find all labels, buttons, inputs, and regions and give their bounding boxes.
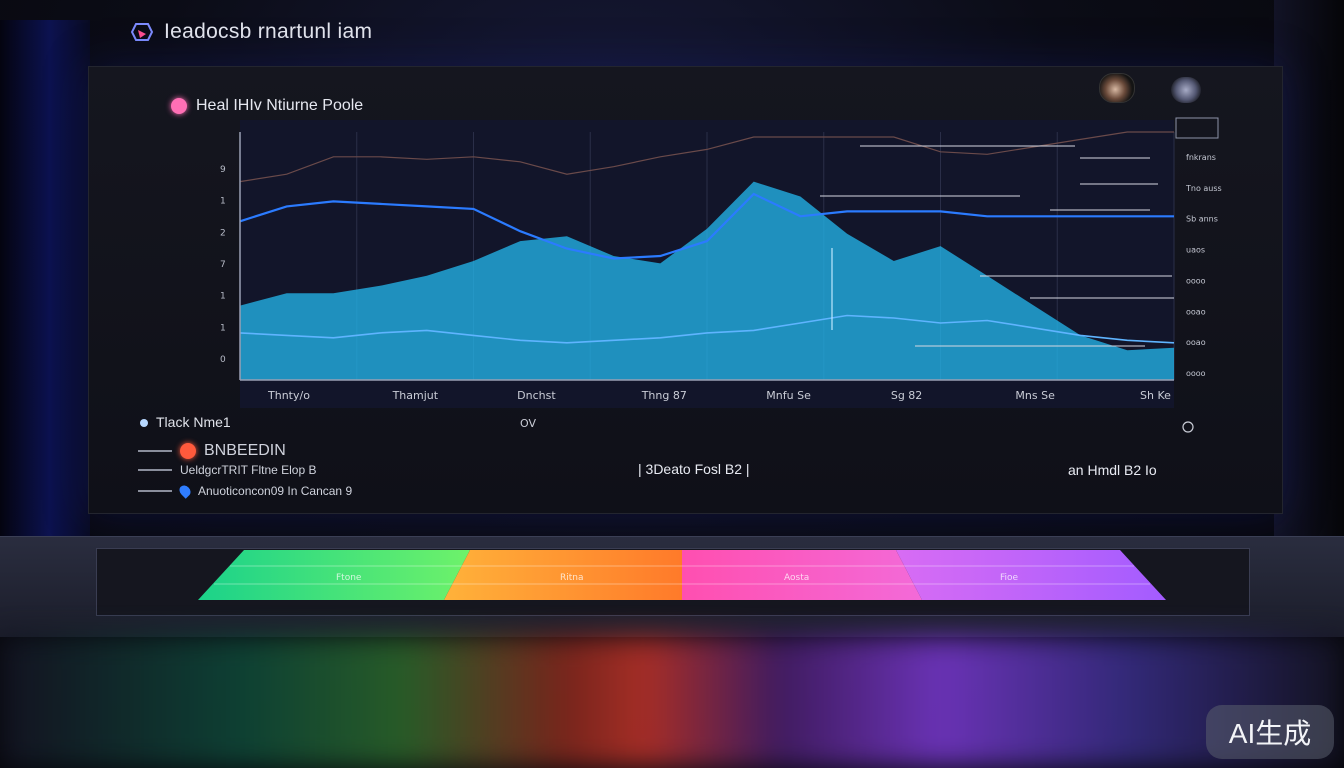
tile-violet[interactable] — [896, 550, 1166, 600]
tile-green[interactable] — [198, 550, 470, 600]
tile-green-label: Ftone — [336, 573, 362, 583]
floor-reflection — [0, 636, 1344, 768]
tile-orange-label: Ritna — [560, 573, 584, 583]
color-tiles: Ftone Ritna Aosta Fioe — [198, 550, 1166, 600]
tile-pink-label: Aosta — [784, 573, 809, 583]
ai-watermark: AI生成 — [1206, 705, 1334, 759]
tile-violet-label: Fioe — [1000, 573, 1019, 583]
